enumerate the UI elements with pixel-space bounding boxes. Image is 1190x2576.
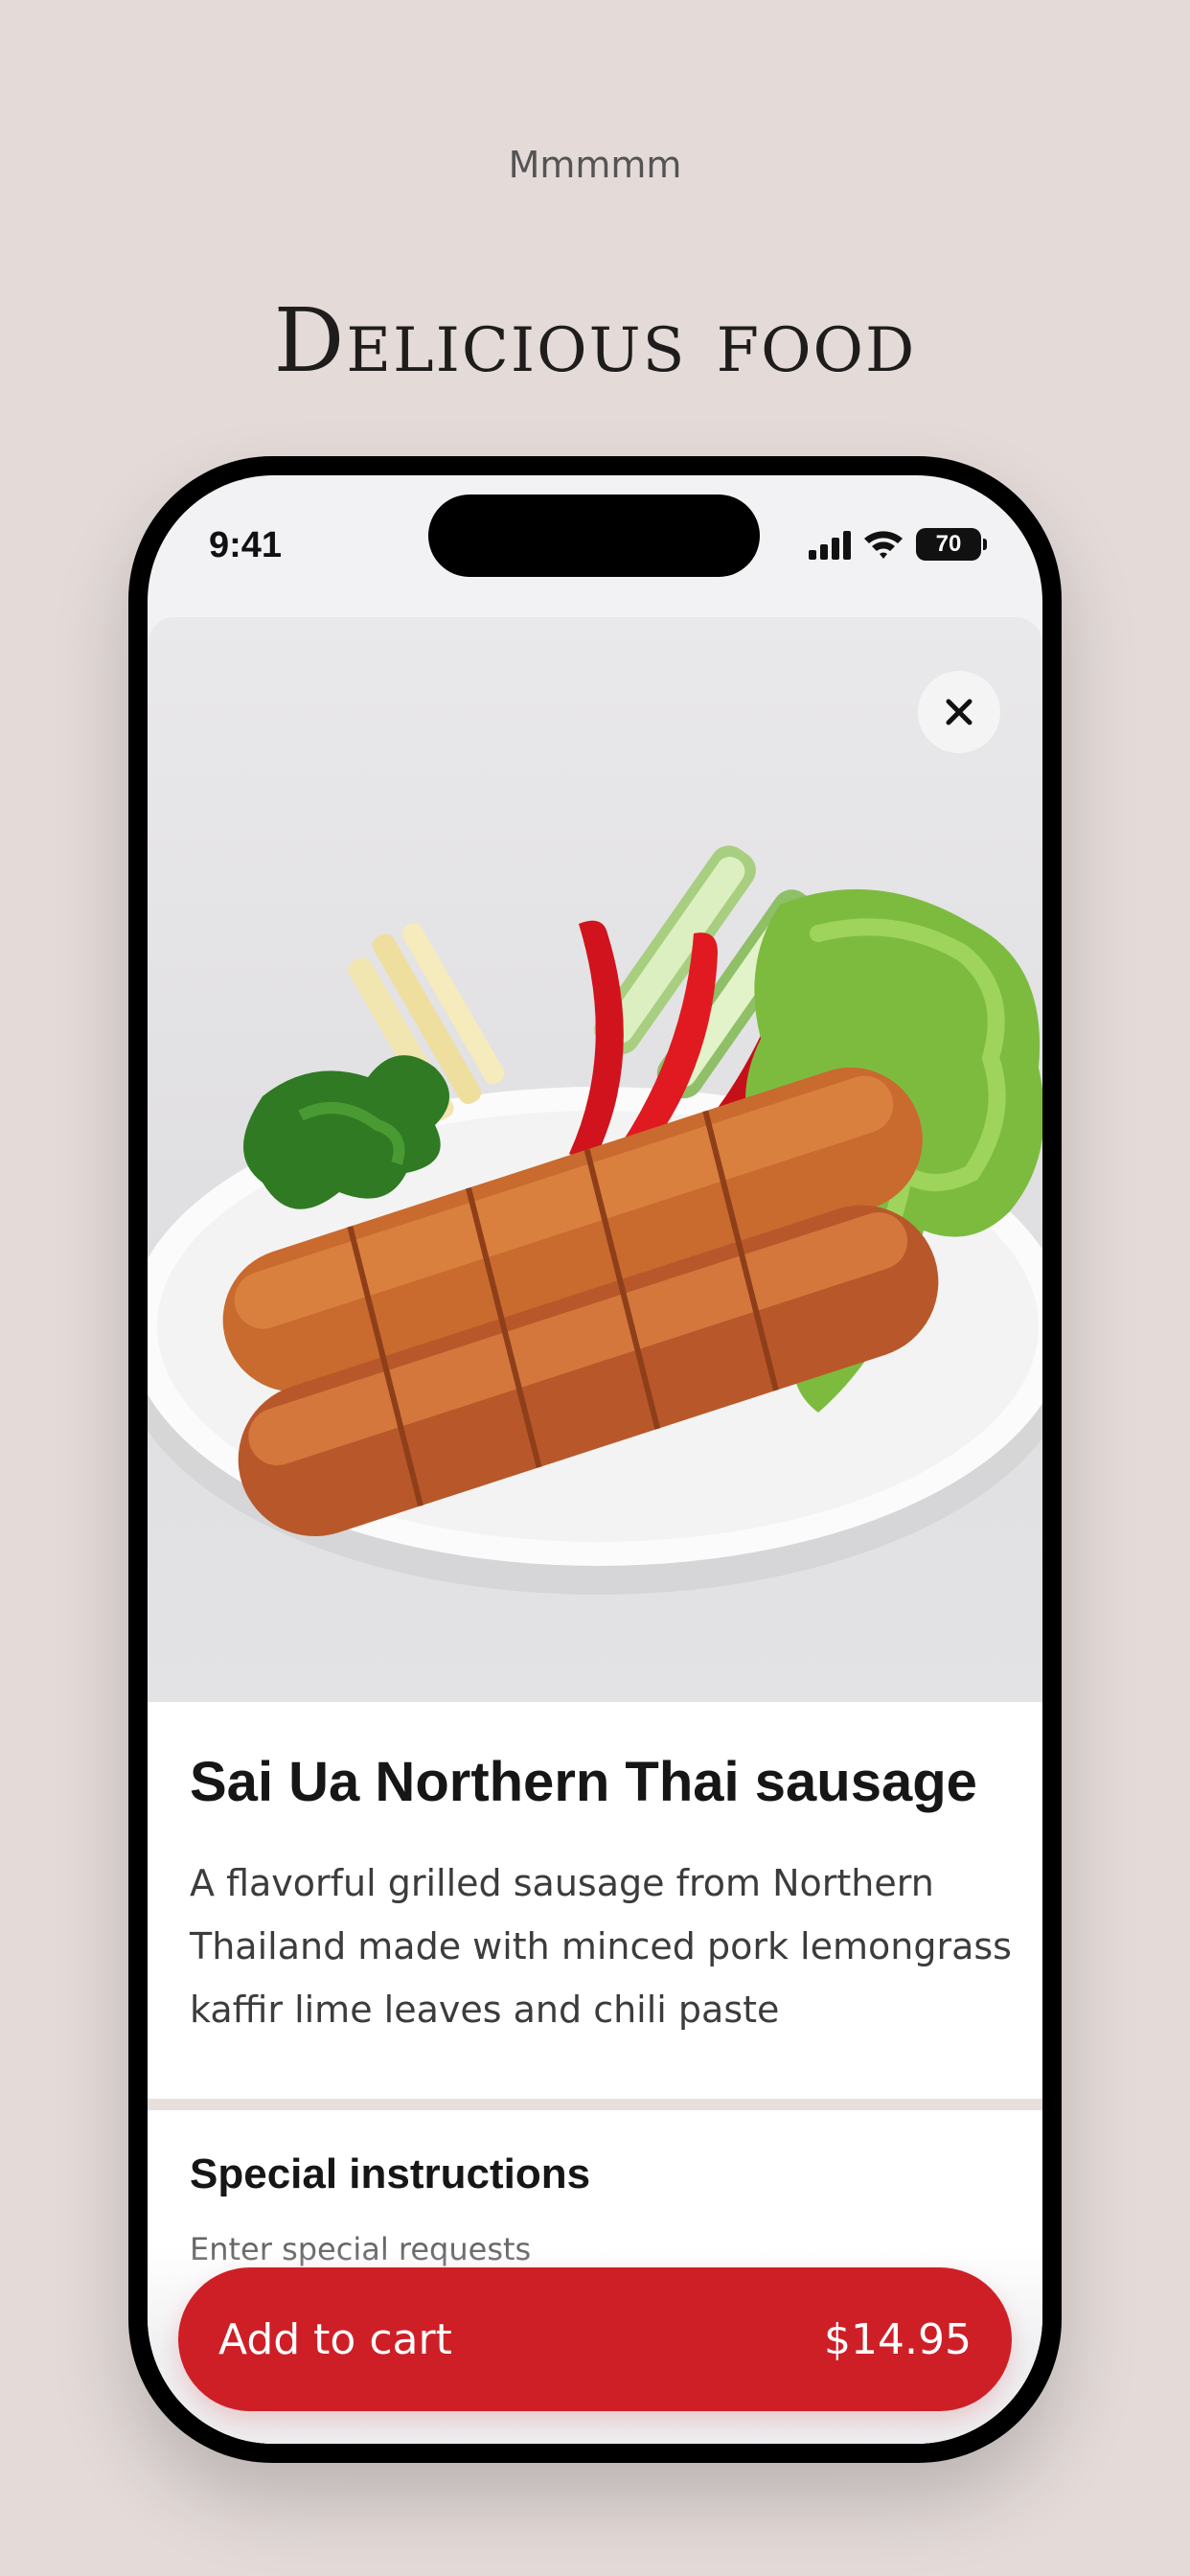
status-icons: 70 (809, 525, 987, 564)
food-illustration (148, 845, 1042, 1595)
product-sheet: Sai Ua Northern Thai sausage A flavorful… (148, 617, 1042, 2444)
add-to-cart-button[interactable]: Add to cart $14.95 (178, 2267, 1012, 2411)
dynamic-island (428, 494, 760, 577)
cellular-signal-icon (809, 529, 851, 560)
cart-price: $14.95 (824, 2314, 972, 2364)
add-to-cart-label: Add to cart (218, 2314, 452, 2364)
phone-screen: 9:41 70 Sai Ua Northern Thai sausage A f… (148, 475, 1042, 2444)
wifi-icon (864, 531, 903, 559)
grilled-sausage-plate-image (148, 617, 1042, 1702)
product-description: A flavorful grilled sausage from Norther… (190, 1862, 1012, 2031)
eyebrow-text: Mmmmm (508, 144, 682, 186)
close-icon (946, 699, 973, 725)
close-button[interactable] (918, 671, 1000, 753)
special-instructions-title: Special instructions (190, 2150, 591, 2197)
headline: Delicious food (273, 288, 917, 392)
product-title: Sai Ua Northern Thai sausage (190, 1751, 977, 1813)
phone-frame: 9:41 70 Sai Ua Northern Thai sausage A f… (128, 456, 1062, 2463)
status-time: 9:41 (209, 525, 283, 565)
section-divider (148, 2099, 1042, 2110)
battery-icon: 70 (916, 528, 987, 561)
